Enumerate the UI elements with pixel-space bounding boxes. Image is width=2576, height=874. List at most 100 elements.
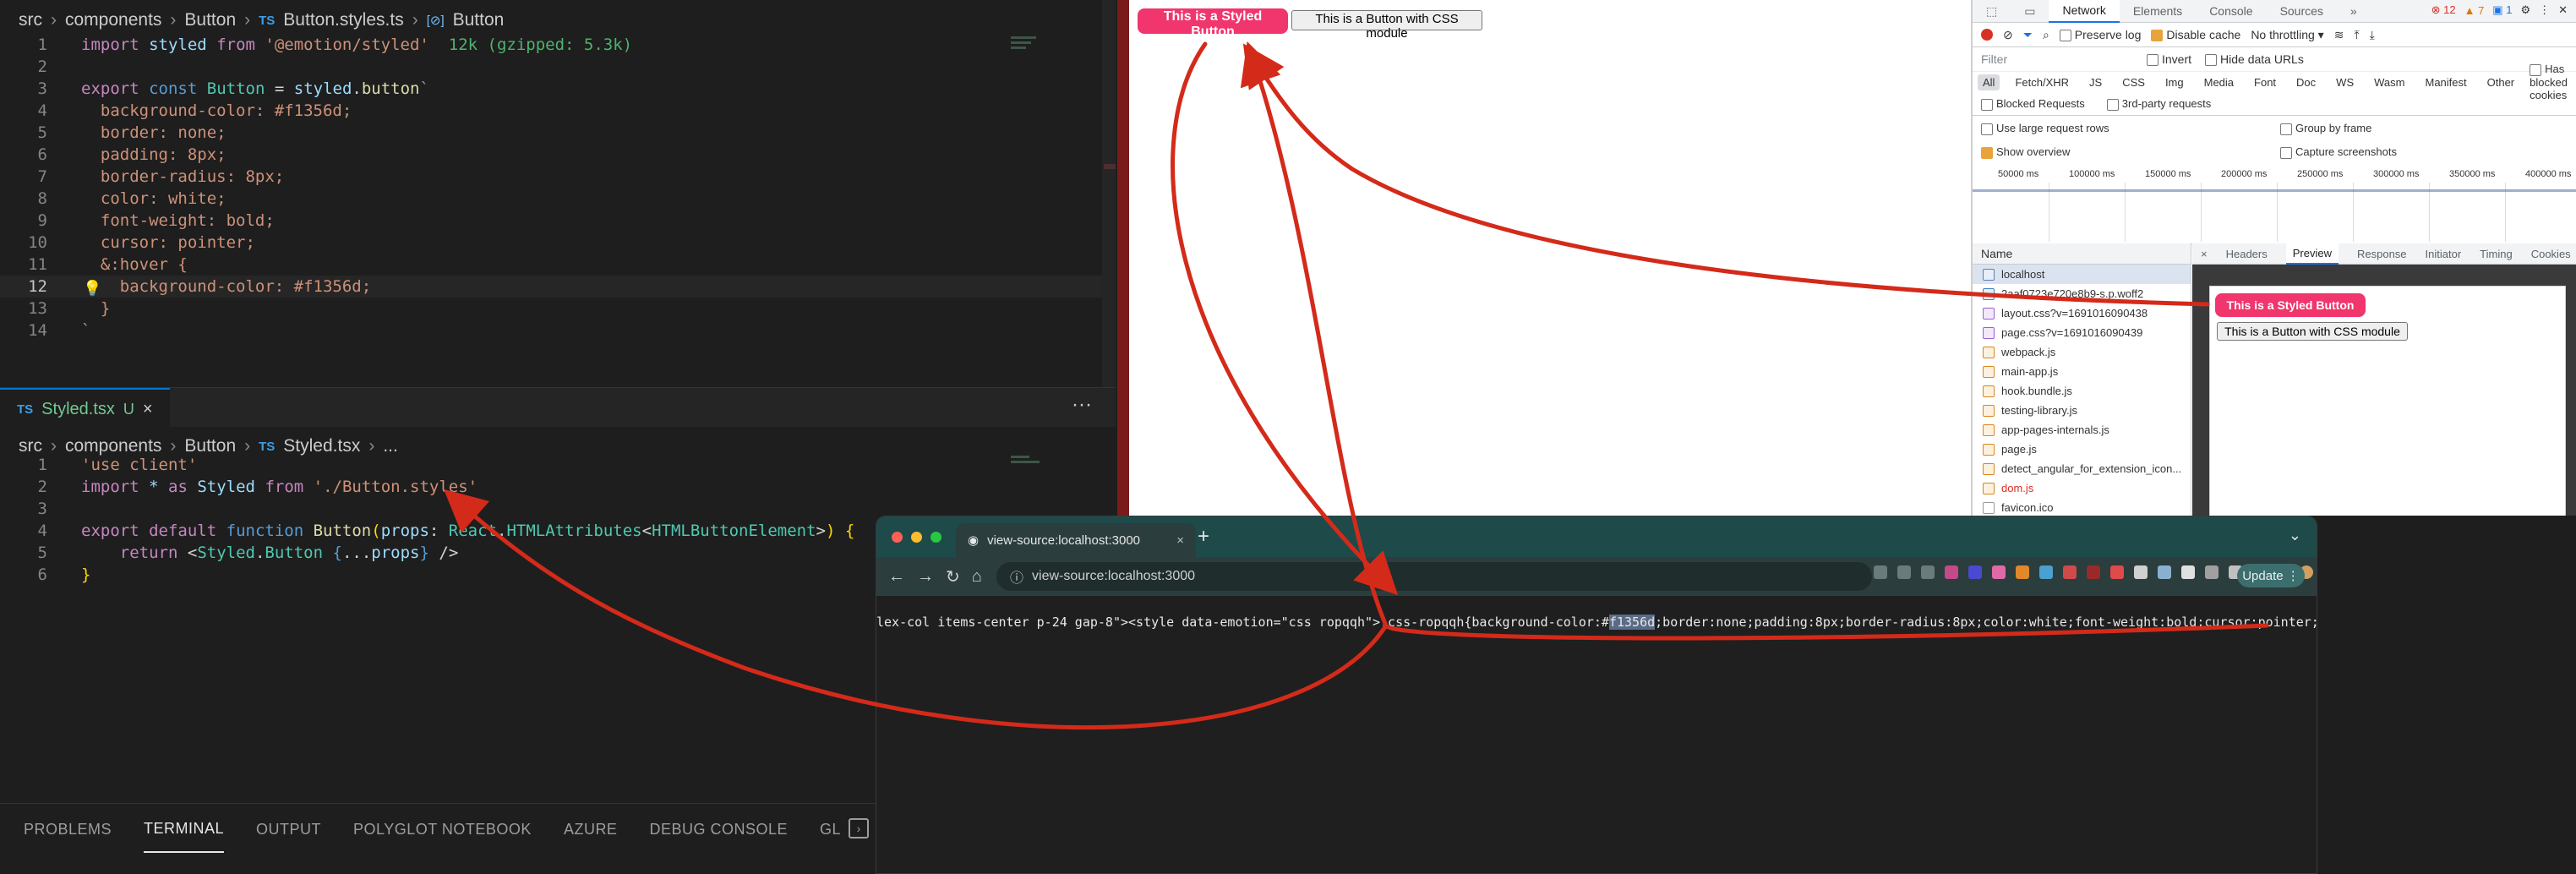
tab-response[interactable]: Response: [2357, 248, 2407, 260]
extension-icon[interactable]: [2181, 565, 2195, 579]
name-column-header[interactable]: Name: [1973, 243, 2191, 265]
extension-icon[interactable]: [2158, 565, 2171, 579]
more-actions-icon[interactable]: ···: [1072, 393, 1092, 417]
wifi-icon[interactable]: ≋: [2334, 28, 2344, 42]
update-button[interactable]: Update ⋮: [2237, 564, 2305, 587]
code-line[interactable]: 5 border: none;: [0, 122, 1116, 144]
type-doc[interactable]: Doc: [2291, 74, 2321, 90]
tab-preview[interactable]: Preview: [2285, 243, 2339, 265]
minimize-window-button[interactable]: [911, 532, 922, 543]
request-row[interactable]: 2aaf0723e720e8b9-s.p.woff2: [1973, 284, 2191, 303]
capture-screenshots-checkbox[interactable]: Capture screenshots: [2280, 145, 2397, 159]
request-row[interactable]: hook.bundle.js: [1973, 381, 2191, 401]
bookmark-star-icon[interactable]: [1921, 565, 1935, 579]
type-css[interactable]: CSS: [2117, 74, 2150, 90]
request-row[interactable]: favicon.ico: [1973, 498, 2191, 516]
device-toggle-icon[interactable]: ▭: [2011, 0, 2049, 22]
close-icon[interactable]: ×: [143, 400, 153, 419]
code-line[interactable]: 2: [0, 56, 1116, 78]
css-module-button[interactable]: This is a Button with CSS module: [1291, 10, 1482, 41]
request-row[interactable]: page.js: [1973, 440, 2191, 459]
tab-timing[interactable]: Timing: [2480, 248, 2513, 260]
type-js[interactable]: JS: [2084, 74, 2107, 90]
top-minimap[interactable]: [1011, 34, 1041, 52]
network-overview[interactable]: 50000 ms 100000 ms 150000 ms 200000 ms 2…: [1973, 166, 2576, 244]
forward-icon[interactable]: →: [917, 567, 934, 587]
code-line[interactable]: 2 import * as Styled from './Button.style…: [0, 476, 1116, 498]
close-icon[interactable]: ×: [1176, 533, 1184, 548]
request-row[interactable]: testing-library.js: [1973, 401, 2191, 420]
kebab-menu-icon[interactable]: ⋮: [2539, 3, 2550, 17]
editor-scrollbar[interactable]: [1102, 0, 1116, 387]
tab-search-icon[interactable]: ⌄: [2289, 527, 2301, 544]
maximize-window-button[interactable]: [931, 532, 941, 543]
extension-icon[interactable]: [2063, 565, 2077, 579]
breadcrumb-item[interactable]: Button.styles.ts: [283, 10, 403, 30]
code-line[interactable]: 1 import styled from '@emotion/styled' 12…: [0, 34, 1116, 56]
disable-cache-checkbox[interactable]: Disable cache: [2151, 28, 2240, 42]
code-line[interactable]: 13 }: [0, 298, 1116, 320]
request-row[interactable]: dom.js: [1973, 478, 2191, 498]
code-line[interactable]: 4 background-color: #f1356d;: [0, 100, 1116, 122]
request-row[interactable]: webpack.js: [1973, 342, 2191, 362]
code-line[interactable]: 6 padding: 8px;: [0, 144, 1116, 166]
type-ws[interactable]: WS: [2331, 74, 2359, 90]
page-source[interactable]: lex-col items-center p-24 gap-8"><style …: [876, 596, 2317, 873]
preview-css-button[interactable]: This is a Button with CSS module: [2217, 322, 2408, 341]
code-line[interactable]: 10 cursor: pointer;: [0, 232, 1116, 254]
extension-icon[interactable]: [2134, 565, 2148, 579]
tab-styled-tsx[interactable]: TS Styled.tsx U ×: [0, 388, 170, 429]
code-line[interactable]: 12 background-color: #f1356d; 💡: [0, 276, 1116, 298]
type-other[interactable]: Other: [2482, 74, 2520, 90]
clear-icon[interactable]: ⊘: [2003, 28, 2013, 42]
record-icon[interactable]: [1981, 29, 1993, 41]
request-row[interactable]: app-pages-internals.js: [1973, 420, 2191, 440]
preserve-log-checkbox[interactable]: Preserve log: [2059, 28, 2141, 42]
close-icon[interactable]: ×: [2201, 248, 2208, 260]
download-icon[interactable]: ⤓: [2370, 28, 2375, 42]
type-wasm[interactable]: Wasm: [2369, 74, 2410, 90]
extension-icon[interactable]: [1992, 565, 2006, 579]
breadcrumb-item[interactable]: Button: [453, 10, 505, 30]
group-by-frame-checkbox[interactable]: Group by frame: [2280, 122, 2371, 135]
type-fetch-xhr[interactable]: Fetch/XHR: [2010, 74, 2074, 90]
zoom-icon[interactable]: [1874, 565, 1887, 579]
panel-tab-terminal[interactable]: TERMINAL: [144, 806, 225, 853]
show-overview-checkbox[interactable]: Show overview: [1981, 145, 2070, 159]
reload-icon[interactable]: ↻: [946, 566, 960, 587]
request-row[interactable]: main-app.js: [1973, 362, 2191, 381]
toggle-panel-icon[interactable]: ›: [849, 818, 869, 838]
request-row[interactable]: page.css?v=1691016090439: [1973, 323, 2191, 342]
home-icon[interactable]: ⌂: [972, 567, 982, 587]
top-editor[interactable]: 1 import styled from '@emotion/styled' 12…: [0, 34, 1116, 341]
inspect-icon[interactable]: ⬚: [1973, 0, 2011, 22]
type-manifest[interactable]: Manifest: [2420, 74, 2471, 90]
extension-icon[interactable]: [2110, 565, 2124, 579]
close-icon[interactable]: ✕: [2558, 3, 2568, 17]
tab-headers[interactable]: Headers: [2226, 248, 2268, 260]
bottom-minimap[interactable]: [1011, 453, 1041, 466]
tab-sources[interactable]: Sources: [2267, 0, 2337, 22]
code-line[interactable]: 14 `: [0, 320, 1116, 341]
upload-icon[interactable]: ⤒: [2354, 28, 2359, 42]
blocked-requests-checkbox[interactable]: Blocked Requests: [1981, 97, 2085, 111]
filter-input[interactable]: Filter: [1981, 52, 2133, 66]
panel-tab-polyglot-notebook[interactable]: POLYGLOT NOTEBOOK: [353, 807, 532, 852]
search-icon[interactable]: ⌕: [2043, 28, 2049, 42]
invert-checkbox[interactable]: Invert: [2147, 52, 2191, 67]
tab-cookies[interactable]: Cookies: [2531, 248, 2571, 260]
panel-tab-gl[interactable]: GL: [820, 807, 841, 852]
breadcrumb-item[interactable]: Button: [184, 10, 236, 30]
back-icon[interactable]: ←: [888, 567, 905, 587]
close-window-button[interactable]: [892, 532, 903, 543]
preview-styled-button[interactable]: This is a Styled Button: [2215, 293, 2366, 317]
tab-initiator[interactable]: Initiator: [2426, 248, 2462, 260]
code-line[interactable]: 3 export const Button = styled.button`: [0, 78, 1116, 100]
code-line[interactable]: 9 font-weight: bold;: [0, 210, 1116, 232]
panel-tab-output[interactable]: OUTPUT: [256, 807, 321, 852]
extension-icon[interactable]: [2087, 565, 2100, 579]
third-party-checkbox[interactable]: 3rd-party requests: [2106, 97, 2211, 111]
issue-badges[interactable]: ⊗ 12 ▲ 7 ▣ 1 ⚙ ⋮ ✕: [2431, 3, 2568, 17]
code-line[interactable]: 11 &:hover {: [0, 254, 1116, 276]
address-bar[interactable]: ⓘ view-source:localhost:3000: [996, 562, 1872, 591]
